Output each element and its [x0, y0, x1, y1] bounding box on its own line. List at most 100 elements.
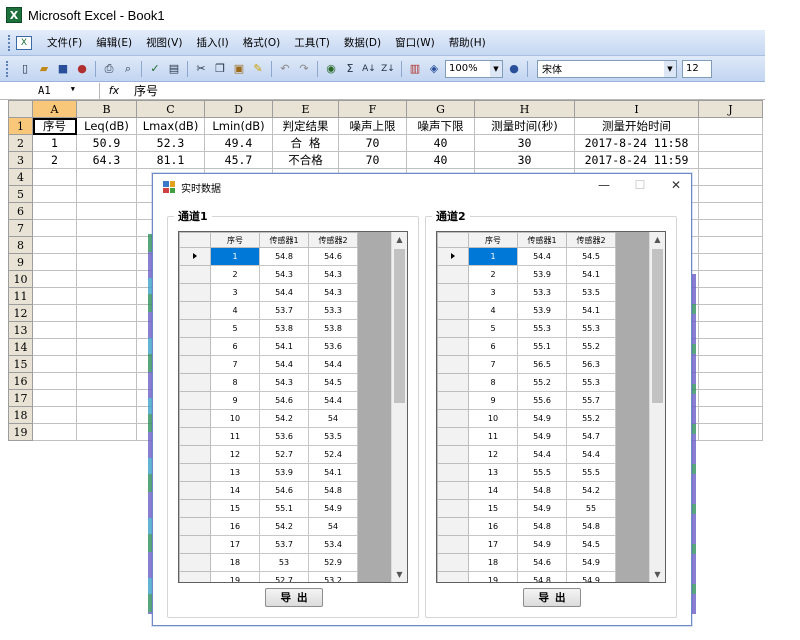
table-row[interactable]: 5 53.8 53.8 — [179, 319, 358, 338]
menu-format[interactable]: 格式(O) — [236, 35, 287, 50]
grid-column-header[interactable]: 传感器1 — [517, 232, 567, 248]
row-selector[interactable] — [179, 517, 211, 536]
table-row[interactable]: 1 54.4 54.5 — [437, 247, 616, 266]
grid-cell[interactable]: 19 — [468, 571, 518, 582]
scroll-down-icon[interactable]: ▼ — [392, 567, 407, 582]
row-header[interactable]: 5 — [8, 185, 33, 203]
cell[interactable] — [32, 355, 77, 373]
row-header[interactable]: 11 — [8, 287, 33, 305]
minimize-button[interactable]: — — [597, 178, 611, 192]
table-row[interactable]: 11 53.6 53.5 — [179, 427, 358, 446]
cell[interactable] — [698, 423, 763, 441]
grid-column-header[interactable]: 序号 — [468, 232, 518, 248]
table-row[interactable]: 2 54.3 54.3 — [179, 265, 358, 284]
grid-cell[interactable]: 53.8 — [259, 319, 309, 338]
cell[interactable] — [698, 117, 763, 135]
table-row[interactable]: 8 55.2 55.3 — [437, 373, 616, 392]
grid-cell[interactable]: 53.7 — [259, 301, 309, 320]
spelling-icon[interactable]: ✓ — [147, 61, 163, 77]
sort-descending-icon[interactable]: Z↓ — [380, 61, 396, 77]
cell[interactable] — [32, 304, 77, 322]
undo-icon[interactable]: ↶ — [277, 61, 293, 77]
grid-cell[interactable]: 54.7 — [566, 427, 616, 446]
row-selector[interactable] — [179, 499, 211, 518]
cell[interactable] — [32, 270, 77, 288]
cell[interactable] — [32, 236, 77, 254]
row-header[interactable]: 7 — [8, 219, 33, 237]
cell[interactable] — [32, 406, 77, 424]
cell[interactable] — [76, 321, 137, 339]
cell[interactable]: Leq(dB) — [76, 117, 137, 135]
table-row[interactable]: 1 54.8 54.6 — [179, 247, 358, 266]
cell[interactable] — [698, 287, 763, 305]
grid-cell[interactable]: 9 — [210, 391, 260, 410]
cell[interactable] — [76, 253, 137, 271]
cell[interactable] — [76, 355, 137, 373]
cell[interactable] — [32, 389, 77, 407]
row-selector[interactable] — [437, 409, 469, 428]
column-header[interactable]: H — [474, 100, 575, 118]
grid-cell[interactable]: 54.3 — [308, 283, 358, 302]
grid-cell[interactable]: 54.1 — [259, 337, 309, 356]
cell[interactable] — [698, 236, 763, 254]
column-header[interactable]: B — [76, 100, 137, 118]
cell[interactable]: Lmax(dB) — [136, 117, 205, 135]
channel-1-export-button[interactable]: 导出 — [265, 588, 323, 607]
grid-cell[interactable]: 54.1 — [566, 301, 616, 320]
row-selector[interactable] — [437, 373, 469, 392]
table-row[interactable]: 18 53 52.9 — [179, 553, 358, 572]
column-header[interactable]: C — [136, 100, 205, 118]
channel-2-export-button[interactable]: 导出 — [523, 588, 581, 607]
grid-cell[interactable]: 16 — [468, 517, 518, 536]
cell[interactable]: 64.3 — [76, 151, 137, 169]
grid-cell[interactable]: 54.8 — [308, 481, 358, 500]
cell[interactable] — [32, 372, 77, 390]
cell[interactable]: 噪声下限 — [406, 117, 475, 135]
grid-cell[interactable]: 54.1 — [566, 265, 616, 284]
table-row[interactable]: 6 55.1 55.2 — [437, 337, 616, 356]
grid-cell[interactable]: 55.2 — [566, 409, 616, 428]
permission-icon[interactable]: ● — [74, 61, 90, 77]
grid-cell[interactable]: 54.9 — [566, 553, 616, 572]
column-header[interactable]: E — [272, 100, 339, 118]
cell[interactable] — [698, 151, 763, 169]
grid-cell[interactable]: 1 — [468, 247, 518, 266]
cell[interactable]: 1 — [32, 134, 77, 152]
grid-cell[interactable]: 54.9 — [517, 535, 567, 554]
grid-corner[interactable] — [179, 232, 211, 248]
column-header[interactable]: A — [32, 100, 77, 118]
grid-cell[interactable]: 2 — [210, 265, 260, 284]
drawing-icon[interactable]: ◈ — [426, 61, 442, 77]
cell[interactable]: 2017-8-24 11:59 — [574, 151, 699, 169]
grid-cell[interactable]: 14 — [210, 481, 260, 500]
maximize-button[interactable]: ☐ — [633, 178, 647, 192]
grid-cell[interactable]: 13 — [210, 463, 260, 482]
row-selector[interactable] — [437, 445, 469, 464]
cell[interactable] — [76, 372, 137, 390]
table-row[interactable]: 10 54.2 54 — [179, 409, 358, 428]
grid-cell[interactable]: 18 — [210, 553, 260, 572]
cell[interactable]: 70 — [338, 134, 407, 152]
grid-cell[interactable]: 53.3 — [517, 283, 567, 302]
cell[interactable] — [698, 321, 763, 339]
row-selector[interactable] — [179, 355, 211, 374]
cell[interactable] — [32, 338, 77, 356]
cell[interactable] — [76, 185, 137, 203]
toolbar-grip[interactable] — [6, 60, 10, 77]
grid-cell[interactable]: 8 — [210, 373, 260, 392]
row-header[interactable]: 16 — [8, 372, 33, 390]
row-selector[interactable] — [437, 463, 469, 482]
cell[interactable]: 81.1 — [136, 151, 205, 169]
cell[interactable]: 45.7 — [204, 151, 273, 169]
cell[interactable] — [32, 219, 77, 237]
grid-column-header[interactable]: 传感器2 — [308, 232, 358, 248]
row-selector[interactable] — [179, 571, 211, 582]
row-selector[interactable] — [179, 481, 211, 500]
grid-cell[interactable]: 55 — [566, 499, 616, 518]
cell[interactable] — [698, 304, 763, 322]
grid-cell[interactable]: 12 — [210, 445, 260, 464]
row-selector[interactable] — [437, 571, 469, 582]
scroll-up-icon[interactable]: ▲ — [392, 232, 407, 247]
table-row[interactable]: 7 54.4 54.4 — [179, 355, 358, 374]
row-selector[interactable] — [179, 247, 211, 266]
